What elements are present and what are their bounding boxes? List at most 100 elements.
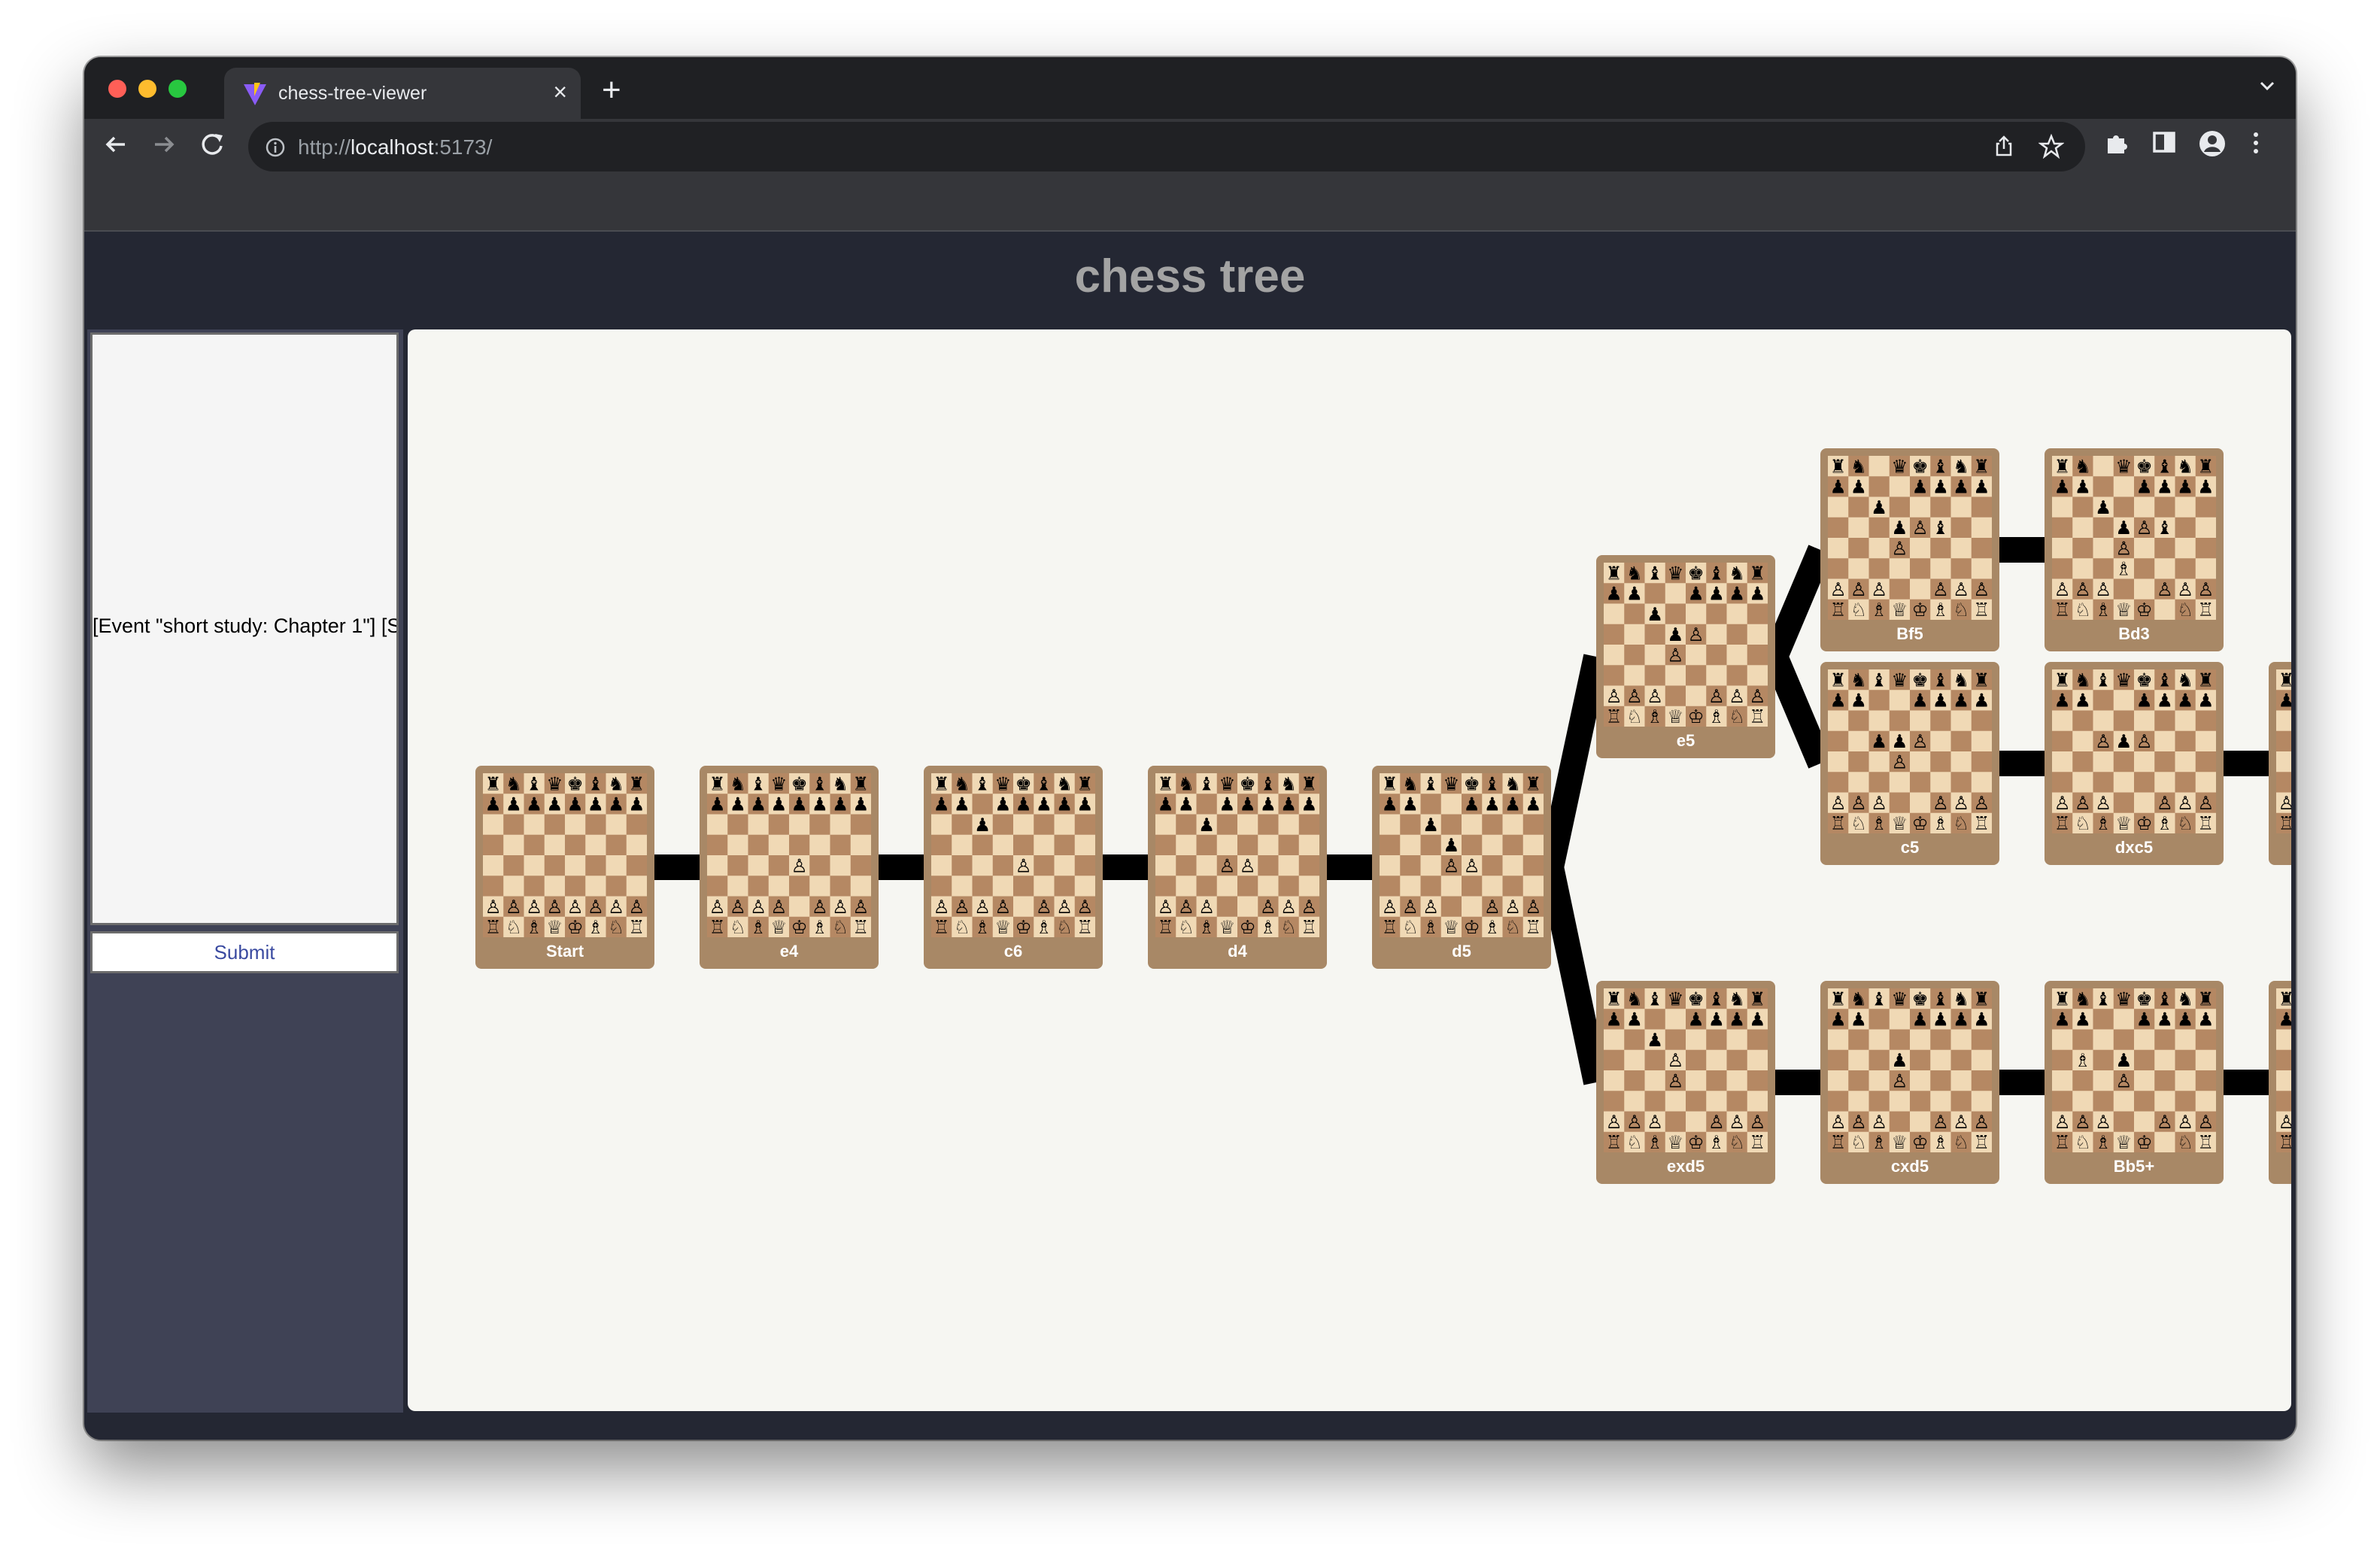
extensions-puzzle-icon[interactable] [2103,129,2130,156]
board-square [1930,496,1951,518]
bookmark-star-icon[interactable] [2038,134,2064,159]
tree-node[interactable]: ♜ ♞ ♝ ♛ ♚ ♝ ♞ ♜ ♟ ♟ ♟ ♟ ♟ ♟ ♟ ♟ ♙ ♙ ♙ ♙ ♙ ♙ ♙ ♙ ♖ ♘ ♗ ♕ ♔ ♗ ♘ ♖ Start [475,766,654,969]
chess-piece: ♙ [1443,854,1459,876]
tree-node[interactable]: ♜ ♞ ♝ ♛ ♚ ♝ ♞ ♜ ♟ ♟ ♟ ♟ ♟ ♟ ♟ ♙ ♙ ♙ ♙ ♙ ♙ ♙ ♙ ♖ ♘ ♗ ♕ ♔ ♗ ♘ ♖ exd5 [1596,981,1775,1184]
board-square [1686,1029,1707,1051]
tree-node[interactable]: ♜ ♞ ♛ ♚ ♝ ♞ ♜ ♟ ♟ ♟ ♟ ♟ ♟ ♟ ♟ ♙ ♝ ♙ ♙ ♙ ♙ ♙ ♙ ♙ ♖ ♘ ♗ ♕ ♔ ♗ ♘ ♖ Bf5 [1820,448,1999,651]
chess-piece: ♙ [709,896,726,918]
chess-piece: ♟ [1443,834,1459,856]
tree-node[interactable]: ♜ ♞ ♝ ♛ ♚ ♝ ♞ ♜ ♟ ♟ ♟ ♟ ♟ ♟ ♗ ♟ ♙ ♙ ♙ ♙ ♙ ♙ ♙ ♖ ♘ ♗ ♕ ♔ ♘ ♖ Bb5+ [2045,981,2224,1184]
chess-piece: ♙ [730,896,746,918]
board-square [2113,476,2135,497]
board-square [1665,1091,1686,1112]
board-square [1665,665,1686,686]
board-square [1828,1070,1849,1091]
new-tab-icon[interactable]: + [602,74,621,107]
board-square [2276,1091,2291,1112]
board-square [1889,558,1911,579]
chess-piece: ♚ [1912,456,1929,477]
chess-piece: ♔ [2136,599,2153,620]
tree-node[interactable]: ♜ ♞ ♝ ♛ ♚ ♝ ♞ ♜ ♟ ♟ ♟ ♟ ♟ ♟ ♟ ♟ ♙ ♙ ♙ ♙ ♙ ♙ ♙ ♙ ♖ ♘ ♗ ♕ ♔ ♗ ♘ ♖ e4 [700,766,879,969]
chess-piece: ♘ [2075,1131,2091,1152]
profile-avatar-icon[interactable] [2198,129,2227,158]
chess-piece: ♟ [1178,794,1195,815]
chess-piece: ♝ [2157,456,2173,477]
chess-piece: ♙ [2197,578,2214,600]
board-square [1644,1070,1666,1091]
board-square [2113,1111,2135,1133]
tab-search-chevron-icon[interactable] [2258,77,2276,95]
chess-piece: ♙ [1749,685,1765,707]
chess-piece: ♖ [628,916,645,937]
tree-node[interactable]: ♜ ♞ ♝ ♛ ♚ ♝ ♞ ♜ ♟ ♟ ♟ ♟ ♟ ♟ ♟ ♟ ♙ ♙ ♙ ♙ ♙ ♙ ♙ ♙ ♖ ♘ ♗ ♕ ♔ ♗ ♘ ♖ c6 [924,766,1103,969]
forward-arrow-icon[interactable] [149,129,179,159]
tree-node[interactable]: ♜ ♞ ♝ ♛ ♚ ♝ ♞ ♜ ♟ ♟ ♟ ♟ ♟ ♟ ♟ ♟ ♙ ♙ ♙ ♙ ♙ ♙ ♙ ♙ ♖ ♘ ♗ ♕ ♔ ♗ ♘ ♖ e5 [1596,555,1775,758]
chess-piece: ♖ [1973,1131,1990,1152]
back-arrow-icon[interactable] [101,129,131,159]
tree-node[interactable]: ♜ ♞ ♝ ♛ ♚ ♝ ♞ ♜ ♟ ♟ ♟ ♟ ♟ ♟ ♟ ♟ ♙ ♙ ♙ ♙ ♙ ♙ ♙ ♙ ♖ ♘ ♗ ♕ ♔ ♗ ♘ ♖ d4 [1148,766,1327,969]
tree-node[interactable]: ♜ ♞ ♝ ♛ ♚ ♝ ♞ ♜ ♟ ♟ ♟ ♟ ♟ ♟ ♟ ♟ ♙ ♙ ♙ ♙ ♙ ♙ ♙ ♙ ♖ ♘ ♗ ♕ ♔ ♗ ♘ ♖ d5 [1372,766,1551,969]
submit-button[interactable]: Submit [90,931,399,973]
pgn-textarea[interactable]: [Event "short study: Chapter 1"] [Si [90,332,399,925]
close-window-button[interactable] [108,80,126,98]
board-square [1074,834,1096,856]
board-square [850,855,872,876]
board-square [2154,1131,2175,1153]
board-square [2154,599,2175,621]
board-square [1971,751,1993,772]
board-square [2175,1049,2196,1071]
board-square [2154,710,2175,732]
share-icon[interactable] [1992,134,2016,158]
chess-piece: ♟ [1749,1009,1765,1030]
reload-icon[interactable] [197,129,227,159]
board-square [1644,624,1666,645]
board-square [1726,603,1748,625]
tree-node[interactable]: ♜♞♝♛♚♝♞♜♟♟♟♟♟♟♙♙♙♙♙♙♖♘♗♕♔♗♘♖ [2269,662,2291,865]
chess-piece: ♟ [832,794,848,815]
board-square [2093,1070,2114,1091]
more-menu-icon[interactable] [2251,129,2261,156]
chess-piece: ♟ [1402,794,1419,815]
board-square [2093,1091,2114,1112]
chess-piece: ♙ [2095,578,2111,600]
tree-canvas[interactable]: ♜ ♞ ♝ ♛ ♚ ♝ ♞ ♜ ♟ ♟ ♟ ♟ ♟ ♟ ♟ ♟ ♙ ♙ ♙ ♙ ♙ ♙ ♙ ♙ ♖ ♘ ♗ ♕ ♔ ♗ ♘ ♖ Start ♜ ♞… [408,329,2291,1411]
chess-piece: ♙ [1606,1111,1623,1133]
chess-piece: ♜ [1830,456,1847,477]
board-square [1950,751,1972,772]
board-square [830,855,852,876]
chess-piece: ♝ [1422,773,1439,794]
board-square [707,834,728,856]
chess-piece: ♟ [750,794,767,815]
board-square [1624,1049,1645,1071]
tab-close-icon[interactable]: × [553,78,567,105]
tree-node[interactable]: ♜♞♝♛♚♝♞♜♟♟♟♟♟♟♙♙♙♙♙♙♖♘♗♕♔♗♘♖ [2269,981,2291,1184]
browser-tab[interactable]: chess-tree-viewer × [224,68,581,119]
side-panel-icon[interactable] [2151,129,2177,155]
board-square [1868,517,1890,539]
chess-piece: ♗ [2157,812,2173,833]
chess-piece: ♟ [1260,794,1277,815]
minimize-window-button[interactable] [138,80,156,98]
tree-node[interactable]: ♜ ♞ ♝ ♛ ♚ ♝ ♞ ♜ ♟ ♟ ♟ ♟ ♟ ♟ ♙ ♟ ♙ ♙ ♙ ♙ ♙ ♙ ♙ ♖ ♘ ♗ ♕ ♔ ♗ ♘ ♖ dxc5 [2045,662,2224,865]
chess-piece: ♟ [1850,476,1867,498]
board-square [1706,1049,1727,1071]
chess-piece: ♗ [750,916,767,937]
site-info-icon[interactable] [265,137,286,158]
address-bar[interactable]: http://localhost:5173/ [248,122,2085,171]
chess-piece: ♟ [1688,583,1705,605]
maximize-window-button[interactable] [168,80,187,98]
chess-piece: ♟ [2157,1009,2173,1030]
tree-node[interactable]: ♜ ♞ ♛ ♚ ♝ ♞ ♜ ♟ ♟ ♟ ♟ ♟ ♟ ♟ ♟ ♙ ♝ ♙ ♗ ♙ ♙ ♙ ♙ ♙ ♙ ♖ ♘ ♗ ♕ ♔ ♘ ♖ Bd3 [2045,448,2224,651]
tree-node[interactable]: ♜ ♞ ♝ ♛ ♚ ♝ ♞ ♜ ♟ ♟ ♟ ♟ ♟ ♟ ♟ ♙ ♙ ♙ ♙ ♙ ♙ ♙ ♖ ♘ ♗ ♕ ♔ ♗ ♘ ♖ cxd5 [1820,981,1999,1184]
tree-edge [1763,545,1832,662]
board-square [1828,751,1849,772]
url-text[interactable]: http://localhost:5173/ [298,135,492,159]
chess-piece: ♟ [567,794,584,815]
board-square [2093,456,2114,477]
chess-piece: ♟ [2054,1009,2071,1030]
board-square [789,876,810,897]
board-square [2134,792,2155,814]
board-square [1155,834,1176,856]
tree-node[interactable]: ♜ ♞ ♝ ♛ ♚ ♝ ♞ ♜ ♟ ♟ ♟ ♟ ♟ ♟ ♟ ♟ ♙ ♙ ♙ ♙ ♙ ♙ ♙ ♙ ♖ ♘ ♗ ♕ ♔ ♗ ♘ ♖ c5 [1820,662,1999,865]
chess-piece: ♞ [1850,988,1867,1009]
